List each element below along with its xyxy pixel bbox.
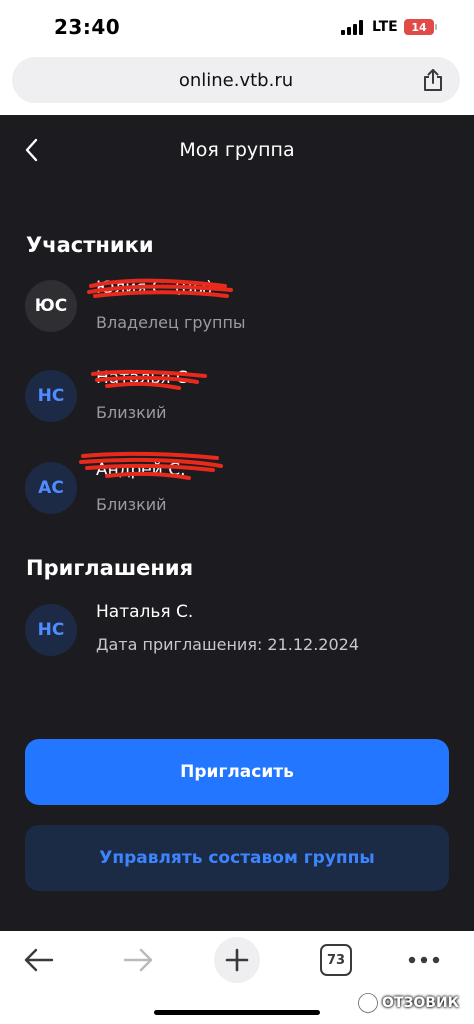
member-item[interactable]: НС Наталья С. Близкий (25, 368, 455, 424)
member-name: Юлия С. (Вы) (96, 278, 213, 298)
member-role: Близкий (96, 495, 167, 514)
member-role: Владелец группы (96, 313, 246, 332)
avatar: НС (25, 604, 77, 656)
invitation-date: Дата приглашения: 21.12.2024 (96, 635, 360, 654)
battery-level: 14 (411, 20, 427, 34)
member-item[interactable]: АС Андрей С. Близкий (25, 451, 455, 516)
new-tab-button[interactable] (214, 937, 260, 983)
invitations-section-title: Приглашения (26, 556, 194, 580)
address-bar[interactable]: online.vtb.ru (12, 57, 460, 103)
avatar: НС (25, 370, 77, 422)
browser-address-area: online.vtb.ru (0, 54, 474, 115)
member-name: Наталья С. (96, 368, 194, 388)
tabs-button[interactable]: 73 (320, 944, 352, 976)
status-bar: 23:40 LTE 14 (0, 0, 474, 54)
avatar: ЮС (25, 280, 77, 332)
members-section-title: Участники (26, 233, 154, 257)
member-role: Близкий (96, 403, 167, 422)
share-icon[interactable] (420, 67, 446, 93)
cellular-signal-icon (341, 20, 367, 35)
battery-icon: 14 (404, 19, 434, 35)
group-page: Моя группа Участники ЮС Юлия С. (Вы) Вла… (0, 115, 474, 931)
home-indicator (154, 1010, 320, 1015)
network-type: LTE (372, 19, 398, 35)
battery-tip (435, 24, 437, 30)
watermark-text: ОТЗОВИК (382, 995, 460, 1011)
watermark-logo-icon (358, 993, 378, 1013)
invitation-item[interactable]: НС Наталья С. Дата приглашения: 21.12.20… (25, 602, 455, 658)
member-name: Андрей С. (96, 460, 186, 480)
avatar: АС (25, 462, 77, 514)
invite-button[interactable]: Пригласить (25, 739, 449, 805)
arrow-left-icon[interactable] (22, 945, 56, 975)
more-dots-icon[interactable] (408, 955, 440, 965)
watermark: ОТЗОВИК (358, 991, 470, 1015)
status-time: 23:40 (54, 15, 121, 39)
plus-icon (225, 948, 249, 972)
manage-group-button[interactable]: Управлять составом группы (25, 825, 449, 891)
arrow-right-icon[interactable] (121, 945, 155, 975)
invitee-name: Наталья С. (96, 602, 194, 622)
page-title: Моя группа (179, 139, 295, 161)
url-text: online.vtb.ru (178, 70, 294, 91)
member-item[interactable]: ЮС Юлия С. (Вы) Владелец группы (25, 278, 455, 334)
